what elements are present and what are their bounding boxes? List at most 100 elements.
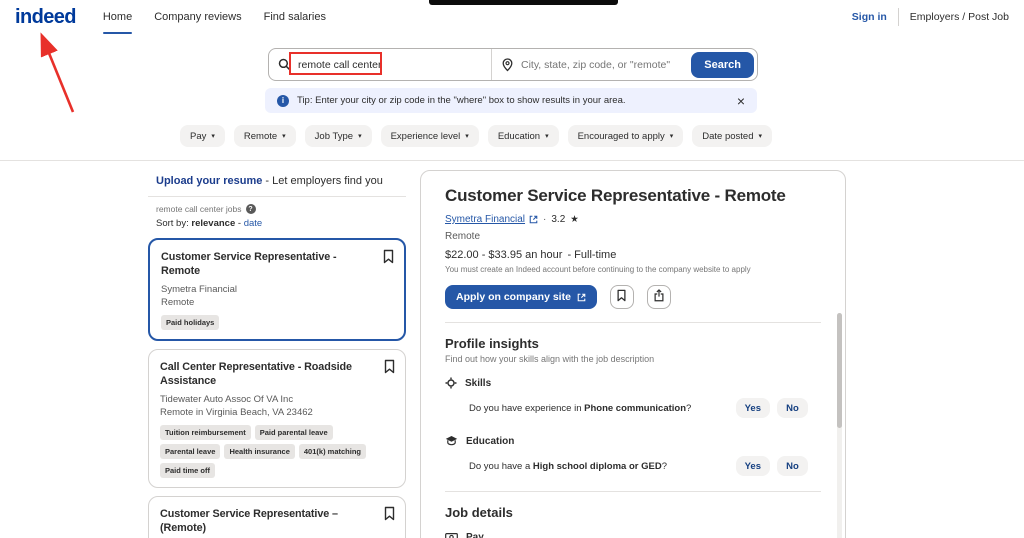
yes-no-group: Yes No xyxy=(735,456,808,476)
rating-separator: · xyxy=(543,214,547,225)
save-job-button[interactable] xyxy=(383,359,396,377)
where-field xyxy=(491,49,688,80)
education-label: Education xyxy=(466,435,515,447)
education-yes-button[interactable]: Yes xyxy=(735,456,770,476)
job-title: Call Center Representative - Roadside As… xyxy=(160,361,352,388)
results-count-line: remote call center jobs ? xyxy=(148,204,406,214)
job-tags: Tuition reimbursement Paid parental leav… xyxy=(160,425,394,479)
tab-find-salaries[interactable]: Find salaries xyxy=(253,0,337,34)
filter-pill-remote[interactable]: Remote ▾ xyxy=(233,125,296,147)
upload-resume-link[interactable]: Upload your resume xyxy=(156,175,262,187)
company-link[interactable]: Symetra Financial xyxy=(445,214,538,225)
skills-no-button[interactable]: No xyxy=(777,398,808,418)
tip-banner: i Tip: Enter your city or zip code in th… xyxy=(265,88,757,113)
job-tag: 401(k) matching xyxy=(298,444,366,460)
bookmark-icon xyxy=(383,506,396,524)
filter-pill-education[interactable]: Education ▾ xyxy=(487,125,559,147)
filter-pill-date-posted[interactable]: Date posted ▾ xyxy=(692,125,773,147)
filter-pill-encouraged-to-apply[interactable]: Encouraged to apply ▾ xyxy=(567,125,684,147)
save-job-button[interactable] xyxy=(609,285,634,309)
detail-location: Remote xyxy=(445,231,481,242)
job-tag: Paid parental leave xyxy=(254,425,333,441)
chevron-down-icon: ▾ xyxy=(211,133,215,140)
bookmark-icon xyxy=(382,249,395,267)
sign-in-link[interactable]: Sign in xyxy=(852,11,887,23)
save-job-button[interactable] xyxy=(382,249,395,267)
save-job-button[interactable] xyxy=(383,506,396,524)
job-tag: Tuition reimbursement xyxy=(160,425,251,441)
job-card[interactable]: Customer Service Representative - Remote… xyxy=(148,238,406,342)
top-nav: indeed Home Company reviews Find salarie… xyxy=(0,0,1024,34)
job-card[interactable]: Call Center Representative - Roadside As… xyxy=(148,349,406,489)
tip-text: Tip: Enter your city or zip code in the … xyxy=(297,95,626,106)
company-name: Symetra Financial xyxy=(445,214,526,225)
job-detail-header: Customer Service Representative - Remote… xyxy=(421,171,845,323)
profile-insights-subtitle: Find out how your skills align with the … xyxy=(445,354,655,364)
apply-button-label: Apply on company site xyxy=(456,291,571,303)
job-detail-panel: Customer Service Representative - Remote… xyxy=(420,170,846,538)
bookmark-icon xyxy=(616,289,627,305)
scrollbar-track xyxy=(837,313,842,538)
where-input[interactable] xyxy=(521,58,680,71)
scrollbar-thumb[interactable] xyxy=(837,313,842,428)
job-tags: Paid holidays xyxy=(161,315,393,331)
close-icon[interactable]: × xyxy=(737,94,745,108)
filter-pill-experience-level[interactable]: Experience level ▾ xyxy=(380,125,479,147)
results-label: remote call center jobs xyxy=(156,204,242,214)
skills-yes-button[interactable]: Yes xyxy=(735,398,770,418)
share-icon xyxy=(653,289,665,305)
job-company: Symetra Financial xyxy=(161,284,238,296)
filter-bar: Pay ▾ Remote ▾ Job Type ▾ Experience level ▾… xyxy=(180,125,773,147)
company-row: Symetra Financial · 3.2 ★ xyxy=(445,214,821,225)
nav-divider xyxy=(897,8,899,26)
sort-relevance-link[interactable]: relevance xyxy=(191,218,235,229)
skills-label: Skills xyxy=(465,377,492,389)
search-button[interactable]: Search xyxy=(691,51,754,78)
job-title: Customer Service Representative - Remote xyxy=(161,251,337,278)
pay-label: Pay xyxy=(466,531,484,538)
yes-no-group: Yes No xyxy=(735,398,808,418)
job-location: Remote in Virginia Beach, VA 23462 xyxy=(160,407,313,419)
education-section-header: Education xyxy=(445,435,821,447)
chevron-down-icon: ▾ xyxy=(282,133,286,140)
chevron-down-icon: ▾ xyxy=(358,133,362,140)
skills-question-row: Do you have experience in Phone communic… xyxy=(469,398,808,418)
sort-line: Sort by: relevance - date xyxy=(148,218,406,229)
pay-icon xyxy=(445,531,458,538)
education-icon xyxy=(445,435,458,447)
filter-label: Experience level xyxy=(390,130,461,142)
tab-company-reviews[interactable]: Company reviews xyxy=(143,0,252,34)
search-bar: Search xyxy=(268,48,758,81)
search-icon xyxy=(278,58,291,71)
education-no-button[interactable]: No xyxy=(777,456,808,476)
action-buttons: Apply on company site xyxy=(445,285,821,309)
external-link-icon xyxy=(577,293,586,302)
what-input[interactable] xyxy=(298,58,482,71)
help-icon[interactable]: ? xyxy=(245,204,256,214)
employers-post-job-link[interactable]: Employers / Post Job xyxy=(910,11,1009,23)
filter-label: Pay xyxy=(190,130,207,142)
sort-date-link[interactable]: date xyxy=(244,218,263,229)
skills-section-header: Skills xyxy=(445,377,821,389)
chevron-down-icon: ▾ xyxy=(545,133,549,140)
chevron-down-icon: ▾ xyxy=(758,133,763,140)
apply-note: You must create an Indeed account before… xyxy=(445,265,751,274)
apply-button[interactable]: Apply on company site xyxy=(445,285,597,309)
job-card[interactable]: Customer Service Representative – (Remot… xyxy=(148,496,406,538)
skills-question: Do you have experience in Phone communic… xyxy=(469,402,692,414)
bookmark-icon xyxy=(383,359,396,377)
education-question: Do you have a High school diploma or GED… xyxy=(469,460,667,472)
indeed-search-results-page: indeed Home Company reviews Find salarie… xyxy=(0,0,1024,538)
job-company: Tidewater Auto Assoc Of VA Inc xyxy=(160,394,294,406)
compensation-line: $22.00 - $33.95 an hour - Full-time xyxy=(445,249,821,261)
filter-label: Remote xyxy=(243,130,278,142)
sort-separator: - xyxy=(237,218,242,229)
indeed-logo[interactable]: indeed xyxy=(15,6,76,29)
filter-pill-pay[interactable]: Pay ▾ xyxy=(180,125,225,147)
chevron-down-icon: ▾ xyxy=(465,133,469,140)
filter-pill-job-type[interactable]: Job Type ▾ xyxy=(304,125,372,147)
share-button[interactable] xyxy=(646,285,671,309)
tab-home[interactable]: Home xyxy=(92,0,143,34)
page-divider xyxy=(0,160,1024,161)
pay-row: Pay xyxy=(445,531,821,538)
